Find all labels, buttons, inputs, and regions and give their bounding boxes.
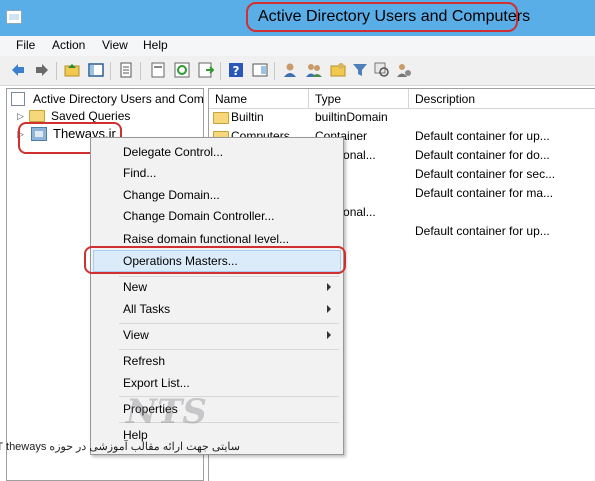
menu-help[interactable]: Help bbox=[143, 38, 168, 52]
app-icon bbox=[6, 10, 22, 24]
submenu-arrow-icon bbox=[327, 283, 331, 291]
export-list-icon[interactable] bbox=[198, 62, 214, 78]
folder-icon bbox=[29, 110, 45, 122]
row-description: Default container for up... bbox=[415, 129, 550, 143]
filter-icon[interactable] bbox=[352, 62, 368, 78]
folder-icon bbox=[213, 112, 229, 124]
submenu-arrow-icon bbox=[327, 331, 331, 339]
tree-root-label: Active Directory Users and Com bbox=[33, 92, 204, 106]
show-tree-icon[interactable] bbox=[88, 62, 104, 78]
up-folder-icon[interactable] bbox=[64, 62, 80, 78]
toolbar: ? bbox=[0, 56, 595, 86]
ad-root-icon bbox=[11, 92, 25, 106]
user-icon[interactable] bbox=[282, 62, 298, 78]
title-bar: Active Directory Users and Computers bbox=[0, 0, 595, 36]
row-description: Default container for do... bbox=[415, 148, 550, 162]
row-description bbox=[415, 108, 595, 127]
column-header-name[interactable]: Name bbox=[209, 89, 309, 109]
row-description: Default container for sec... bbox=[415, 167, 556, 181]
export-icon[interactable] bbox=[150, 62, 166, 78]
column-header-description[interactable]: Description bbox=[409, 89, 595, 109]
menu-item-view[interactable]: View bbox=[123, 325, 149, 345]
add-to-group-icon[interactable] bbox=[396, 62, 412, 78]
column-header-type[interactable]: Type bbox=[309, 89, 409, 109]
refresh-icon[interactable] bbox=[174, 62, 190, 78]
menu-item-refresh[interactable]: Refresh bbox=[123, 351, 165, 371]
watermark-logo: NTS bbox=[126, 392, 207, 432]
menu-action[interactable]: Action bbox=[52, 38, 85, 52]
menu-item-new[interactable]: New bbox=[123, 277, 147, 297]
menu-bar: File Action View Help bbox=[0, 36, 595, 56]
row-name: Builtin bbox=[231, 110, 264, 124]
operations-masters-annotation-ring bbox=[84, 246, 346, 274]
row-description: Default container for ma... bbox=[415, 186, 554, 200]
menu-item-find[interactable]: Find... bbox=[123, 163, 156, 183]
svg-text:?: ? bbox=[233, 64, 240, 78]
row-description: Default container for up... bbox=[415, 224, 550, 238]
menu-item-change-domain[interactable]: Change Domain... bbox=[123, 185, 220, 205]
menu-file[interactable]: File bbox=[16, 38, 35, 52]
ou-icon[interactable] bbox=[330, 62, 346, 78]
menu-view[interactable]: View bbox=[102, 38, 128, 52]
title-annotation-ring bbox=[246, 2, 518, 32]
properties-icon[interactable] bbox=[118, 62, 134, 78]
menu-item-export-list[interactable]: Export List... bbox=[123, 373, 190, 393]
console-tree-icon[interactable] bbox=[252, 62, 268, 78]
help-icon[interactable]: ? bbox=[228, 62, 244, 78]
menu-item-delegate-control[interactable]: Delegate Control... bbox=[123, 142, 223, 162]
row-type: builtinDomain bbox=[315, 110, 388, 124]
submenu-arrow-icon bbox=[327, 305, 331, 313]
forward-arrow-icon[interactable] bbox=[34, 62, 50, 78]
menu-separator bbox=[119, 276, 339, 277]
group-icon[interactable] bbox=[306, 62, 322, 78]
menu-item-all-tasks[interactable]: All Tasks bbox=[123, 299, 170, 319]
menu-separator bbox=[119, 323, 339, 324]
menu-separator bbox=[119, 349, 339, 350]
watermark-text: سایتی جهت ارائه مقالب آموزشی در حوزه IT … bbox=[0, 441, 240, 453]
find-icon[interactable] bbox=[374, 62, 390, 78]
menu-item-change-domain-controller[interactable]: Change Domain Controller... bbox=[123, 206, 274, 226]
back-arrow-icon[interactable] bbox=[10, 62, 26, 78]
